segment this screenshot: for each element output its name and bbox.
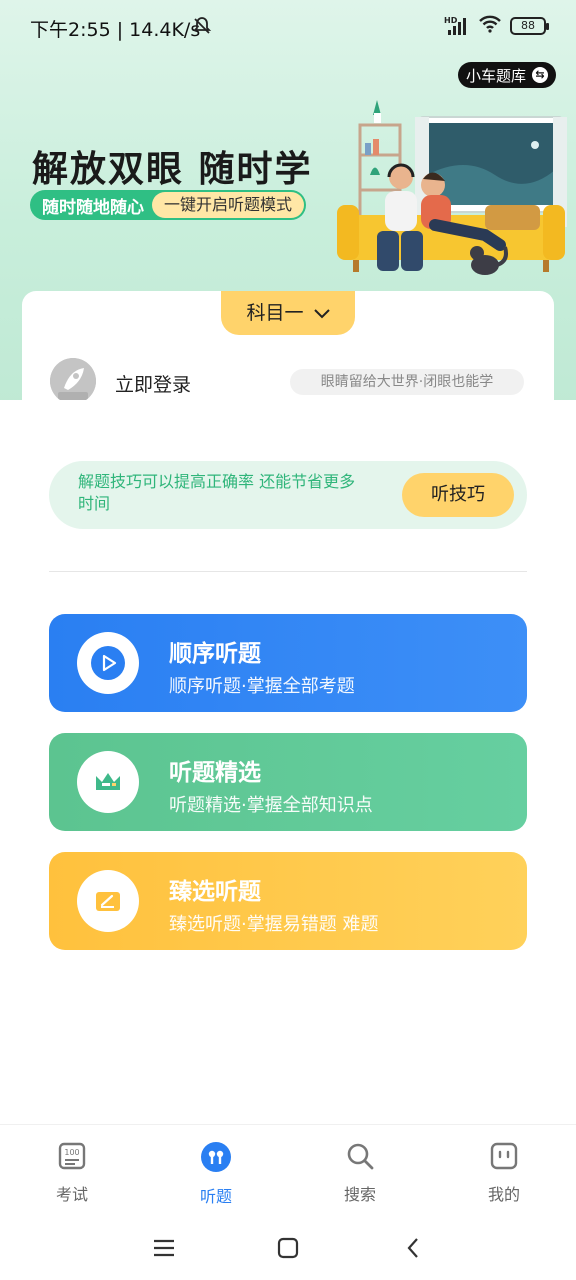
subject-selector[interactable]: 科目一 xyxy=(221,291,355,335)
banner-title: 解放双眼 随时学 xyxy=(32,149,313,190)
system-navigation-bar xyxy=(0,1222,576,1280)
nav-listen[interactable]: 听题 xyxy=(176,1141,256,1207)
back-icon[interactable] xyxy=(402,1236,426,1260)
mute-icon xyxy=(192,16,212,40)
login-link[interactable]: 立即登录 xyxy=(115,370,191,397)
nav-search[interactable]: 搜索 xyxy=(320,1141,400,1205)
question-bank-switch[interactable]: 小车题库 ⇆ xyxy=(457,62,556,88)
feature-title: 顺序听题 xyxy=(169,641,261,667)
avatar[interactable] xyxy=(50,358,96,404)
premium-listening-button[interactable]: 臻选听题 臻选听题·掌握易错题 难题 xyxy=(49,852,527,950)
card-bottom-fade xyxy=(0,400,576,440)
svg-text:100: 100 xyxy=(64,1148,79,1157)
divider xyxy=(49,571,527,572)
feature-subtitle: 顺序听题·掌握全部考题 xyxy=(169,676,355,697)
sequential-listening-button[interactable]: 顺序听题 顺序听题·掌握全部考题 xyxy=(49,614,527,712)
feature-title: 听题精选 xyxy=(169,760,261,786)
earbuds-icon xyxy=(201,1142,231,1172)
nav-label: 考试 xyxy=(55,1185,88,1204)
swap-icon: ⇆ xyxy=(532,67,548,83)
question-bank-label: 小车题库 xyxy=(465,66,526,85)
tip-text: 解题技巧可以提高正确率 还能节省更多时间 xyxy=(78,472,356,513)
feature-subtitle: 臻选听题·掌握易错题 难题 xyxy=(169,914,379,935)
home-icon[interactable] xyxy=(276,1236,300,1260)
feature-subtitle: 听题精选·掌握全部知识点 xyxy=(169,795,373,816)
signal-icon: HD xyxy=(444,16,470,36)
profile-icon xyxy=(490,1142,518,1170)
nav-label: 听题 xyxy=(199,1187,232,1206)
listen-tips-button[interactable]: 听技巧 xyxy=(402,473,514,517)
crown-icon xyxy=(77,751,139,813)
bottom-navigation: 100 考试 听题 搜索 我的 xyxy=(0,1124,576,1224)
slogan-badge: 眼睛留给大世界·闭眼也能学 xyxy=(290,369,524,395)
battery-indicator: 88 xyxy=(510,17,549,35)
pen-card-icon xyxy=(77,870,139,932)
banner-tag-primary: 随时随地随心 xyxy=(42,197,144,218)
subject-label: 科目一 xyxy=(246,302,304,324)
tip-banner: 解题技巧可以提高正确率 还能节省更多时间 听技巧 xyxy=(49,461,527,529)
nav-label: 我的 xyxy=(487,1185,520,1204)
banner-tag-secondary: 一键开启听题模式 xyxy=(152,192,305,218)
search-icon xyxy=(347,1143,374,1170)
banner-tags: 随时随地随心 一键开启听题模式 xyxy=(30,190,307,220)
chevron-down-icon xyxy=(313,293,330,337)
play-icon xyxy=(77,632,139,694)
status-bar: 下午2:55 | 14.4K/s HD 88 xyxy=(0,0,576,52)
menu-icon[interactable] xyxy=(152,1236,176,1260)
wifi-icon xyxy=(478,14,502,38)
feature-title: 臻选听题 xyxy=(169,879,261,905)
nav-exam[interactable]: 100 考试 xyxy=(32,1141,112,1205)
status-time-speed: 下午2:55 | 14.4K/s xyxy=(30,19,201,41)
nav-profile[interactable]: 我的 xyxy=(464,1141,544,1205)
selected-listening-button[interactable]: 听题精选 听题精选·掌握全部知识点 xyxy=(49,733,527,831)
banner-illustration xyxy=(335,95,576,280)
nav-label: 搜索 xyxy=(343,1185,376,1204)
exam-icon: 100 xyxy=(58,1142,86,1170)
